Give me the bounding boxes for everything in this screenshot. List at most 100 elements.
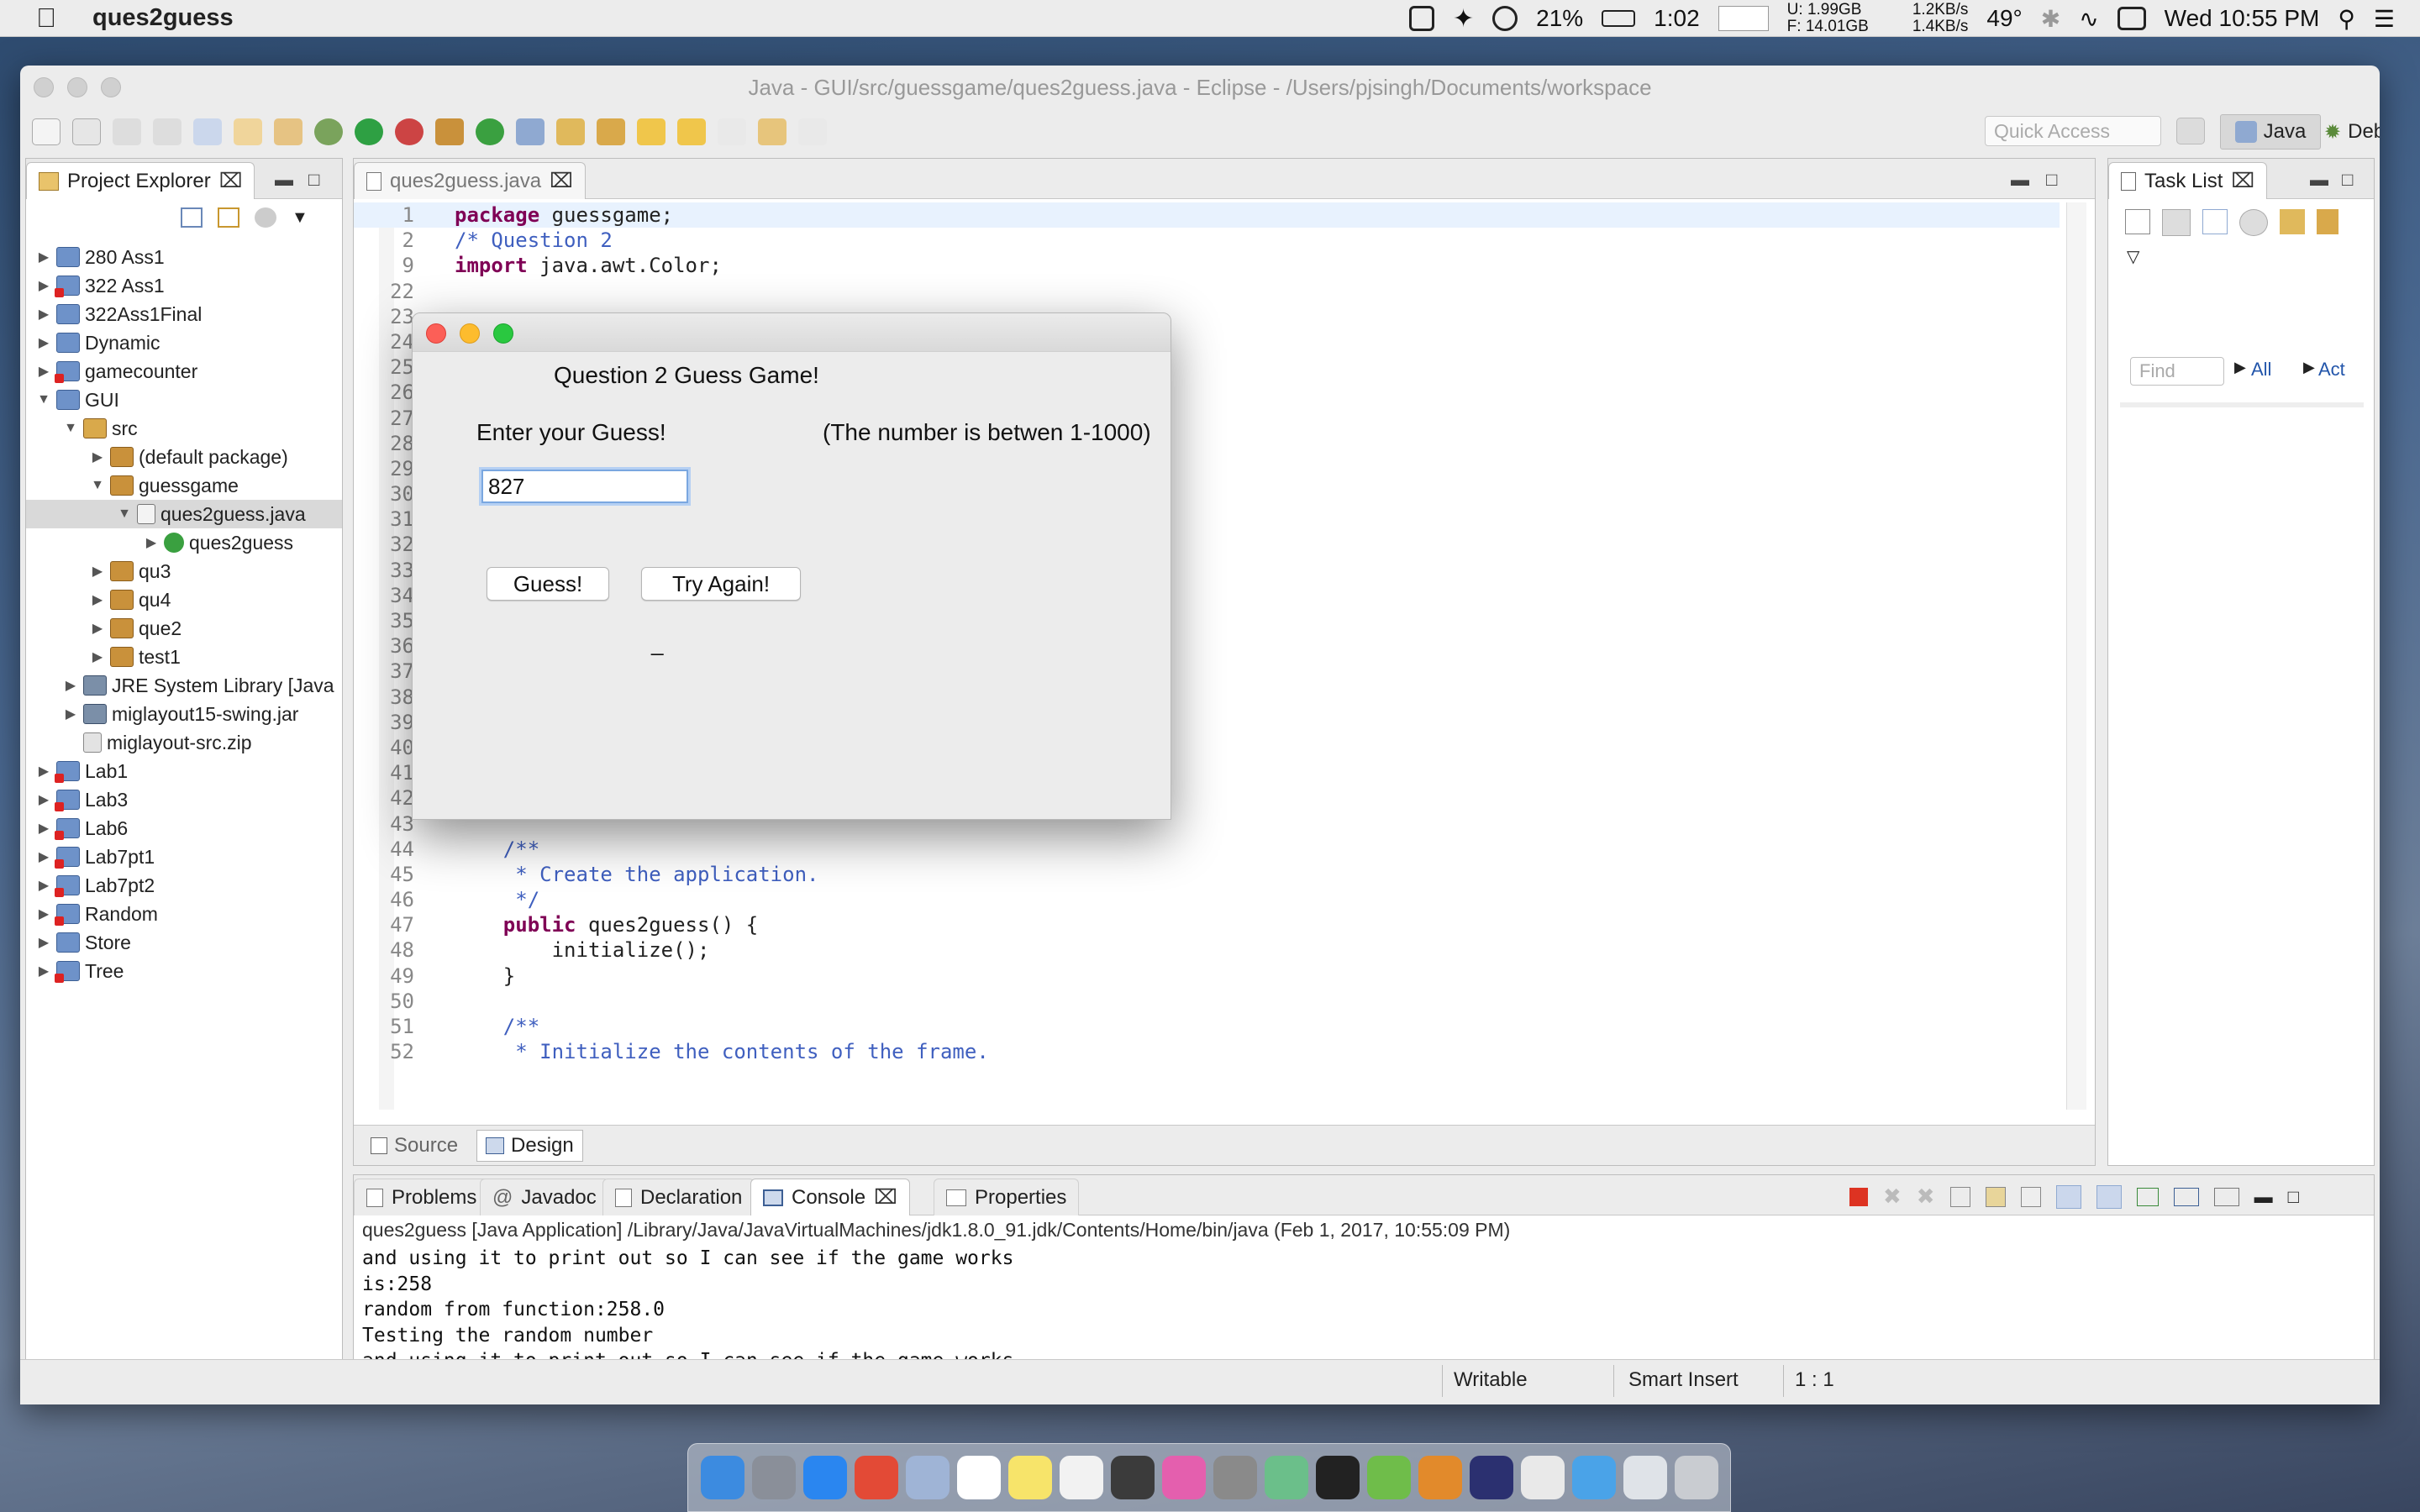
sublime-icon[interactable]: [1418, 1456, 1462, 1499]
collapsed-arrow-icon[interactable]: ▶: [36, 277, 51, 294]
dialog-minimize-button[interactable]: [460, 323, 480, 344]
tree-item[interactable]: ▶ ques2guess: [26, 528, 342, 557]
code-line[interactable]: 45 * Create the application.: [354, 862, 2060, 887]
view-menu-icon[interactable]: ▽: [2127, 246, 2139, 267]
open-perspective-icon[interactable]: [516, 118, 544, 145]
code-line[interactable]: 9 import java.awt.Color;: [354, 253, 2060, 278]
search-icon[interactable]: [556, 118, 585, 145]
input-icon[interactable]: [2117, 7, 2146, 30]
external-tools-icon[interactable]: [395, 118, 424, 145]
collapsed-arrow-icon[interactable]: ▶: [36, 906, 51, 922]
save-all-icon[interactable]: [153, 118, 182, 145]
perspective-debug-button[interactable]: ✹ Debug: [2324, 114, 2380, 150]
apple-icon[interactable]: : [0, 3, 92, 34]
minimize-icon[interactable]: ▬: [2011, 169, 2029, 191]
close-window-button[interactable]: [34, 77, 54, 97]
collapsed-arrow-icon[interactable]: ▶: [144, 534, 159, 551]
show-stdout-icon[interactable]: [2055, 1184, 2081, 1209]
minimize-icon[interactable]: ▬: [2310, 169, 2328, 191]
tree-item[interactable]: ▶ JRE System Library [Java: [26, 671, 342, 700]
zoom-window-button[interactable]: [101, 77, 121, 97]
clear-console-icon[interactable]: [1949, 1186, 1970, 1207]
collapsed-arrow-icon[interactable]: ▶: [36, 791, 51, 808]
collapsed-arrow-icon[interactable]: ▶: [90, 591, 105, 608]
tree-item[interactable]: ▶ Lab3: [26, 785, 342, 814]
close-icon[interactable]: ⌧: [219, 169, 243, 193]
close-icon[interactable]: ⌧: [874, 1185, 897, 1210]
chrome-icon[interactable]: [854, 1456, 898, 1499]
code-line[interactable]: 46 */: [354, 887, 2060, 912]
last-edit-icon[interactable]: [718, 118, 746, 145]
collapse-all-icon[interactable]: [181, 207, 203, 228]
new-task-icon[interactable]: [2125, 209, 2150, 234]
forward-icon[interactable]: [798, 118, 827, 145]
launchpad-icon[interactable]: [751, 1456, 796, 1499]
close-icon[interactable]: ⌧: [2231, 169, 2254, 193]
status-insert-mode[interactable]: Smart Insert: [1628, 1368, 1739, 1392]
tree-item[interactable]: ▶ (default package): [26, 443, 342, 471]
tab-declaration[interactable]: Declaration: [602, 1179, 755, 1215]
istat-icon[interactable]: [1408, 6, 1434, 31]
eclipse-icon[interactable]: [1469, 1456, 1513, 1499]
minimize-icon[interactable]: ▬: [275, 169, 293, 191]
code-line[interactable]: 49 }: [354, 963, 2060, 989]
categorize-icon[interactable]: [2162, 209, 2191, 236]
tab-ques2guess-java[interactable]: ques2guess.java ⌧: [354, 162, 586, 199]
open-task-icon[interactable]: [274, 118, 302, 145]
expanded-arrow-icon[interactable]: ▼: [117, 507, 132, 522]
view-menu-icon[interactable]: ▼: [292, 208, 308, 228]
save-icon[interactable]: [113, 118, 141, 145]
try-again-button[interactable]: Try Again!: [641, 567, 801, 601]
next-annotation-icon[interactable]: [637, 118, 666, 145]
link-editor-icon[interactable]: [218, 207, 239, 228]
dialog-close-button[interactable]: [426, 323, 446, 344]
tab-task-list[interactable]: Task List ⌧: [2108, 162, 2268, 199]
task-filter-activate[interactable]: Act: [2318, 359, 2345, 381]
tree-item[interactable]: ▶ Tree: [26, 957, 342, 985]
editor-scrollbar[interactable]: [2066, 202, 2086, 1110]
quick-access-input[interactable]: Quick Access: [1985, 116, 2161, 146]
notification-icon[interactable]: ☰: [2374, 5, 2395, 33]
clock[interactable]: Wed 10:55 PM: [2165, 5, 2320, 32]
collapse-icon[interactable]: [2317, 209, 2338, 234]
tab-console[interactable]: Console ⌧: [750, 1179, 910, 1215]
guess-button[interactable]: Guess!: [487, 567, 609, 601]
task-filter-all[interactable]: All: [2251, 359, 2271, 381]
open-console-icon[interactable]: [2213, 1187, 2239, 1206]
memory-stats[interactable]: U: 1.99GB F: 14.01GB: [1787, 2, 1869, 35]
cpu-graph-icon[interactable]: [1718, 6, 1769, 31]
preview-icon[interactable]: [905, 1456, 950, 1499]
collapsed-arrow-icon[interactable]: ▶: [90, 620, 105, 637]
code-line[interactable]: 47 public ques2guess() {: [354, 912, 2060, 937]
filter-icon[interactable]: [255, 207, 276, 228]
expanded-arrow-icon[interactable]: ▼: [63, 421, 78, 436]
tree-item[interactable]: ▼ ques2guess.java: [26, 500, 342, 528]
safari-icon[interactable]: [802, 1456, 847, 1499]
collapsed-arrow-icon[interactable]: ▶: [36, 763, 51, 780]
code-line[interactable]: 2 /* Question 2: [354, 228, 2060, 253]
collapsed-arrow-icon[interactable]: ▶: [36, 820, 51, 837]
debug-icon[interactable]: [314, 118, 343, 145]
tree-item[interactable]: ▶ Lab1: [26, 757, 342, 785]
collapsed-arrow-icon[interactable]: ▶: [63, 706, 78, 722]
tree-item[interactable]: ▶ Lab6: [26, 814, 342, 843]
documents-icon[interactable]: [1623, 1456, 1667, 1499]
collapsed-arrow-icon[interactable]: ▶: [36, 877, 51, 894]
tree-item[interactable]: ▶ Lab7pt1: [26, 843, 342, 871]
android-studio-icon[interactable]: [1366, 1456, 1411, 1499]
new-project-icon[interactable]: [72, 118, 101, 145]
tab-source[interactable]: Source: [362, 1131, 466, 1161]
alfred-icon[interactable]: ✦: [1453, 4, 1474, 34]
new-icon[interactable]: [32, 118, 60, 145]
new-java-class-icon[interactable]: [476, 118, 504, 145]
open-type-icon[interactable]: [234, 118, 262, 145]
code-line[interactable]: 22: [354, 279, 2060, 304]
tab-problems[interactable]: Problems: [354, 1179, 490, 1215]
skip-breakpoints-icon[interactable]: [193, 118, 222, 145]
dialog-titlebar[interactable]: [413, 313, 1171, 352]
word-wrap-icon[interactable]: [2020, 1186, 2041, 1207]
code-line[interactable]: 50: [354, 989, 2060, 1014]
tree-item[interactable]: ▶ 322Ass1Final: [26, 300, 342, 328]
collapsed-arrow-icon[interactable]: ▶: [63, 677, 78, 694]
tree-item[interactable]: ▶ Random: [26, 900, 342, 928]
